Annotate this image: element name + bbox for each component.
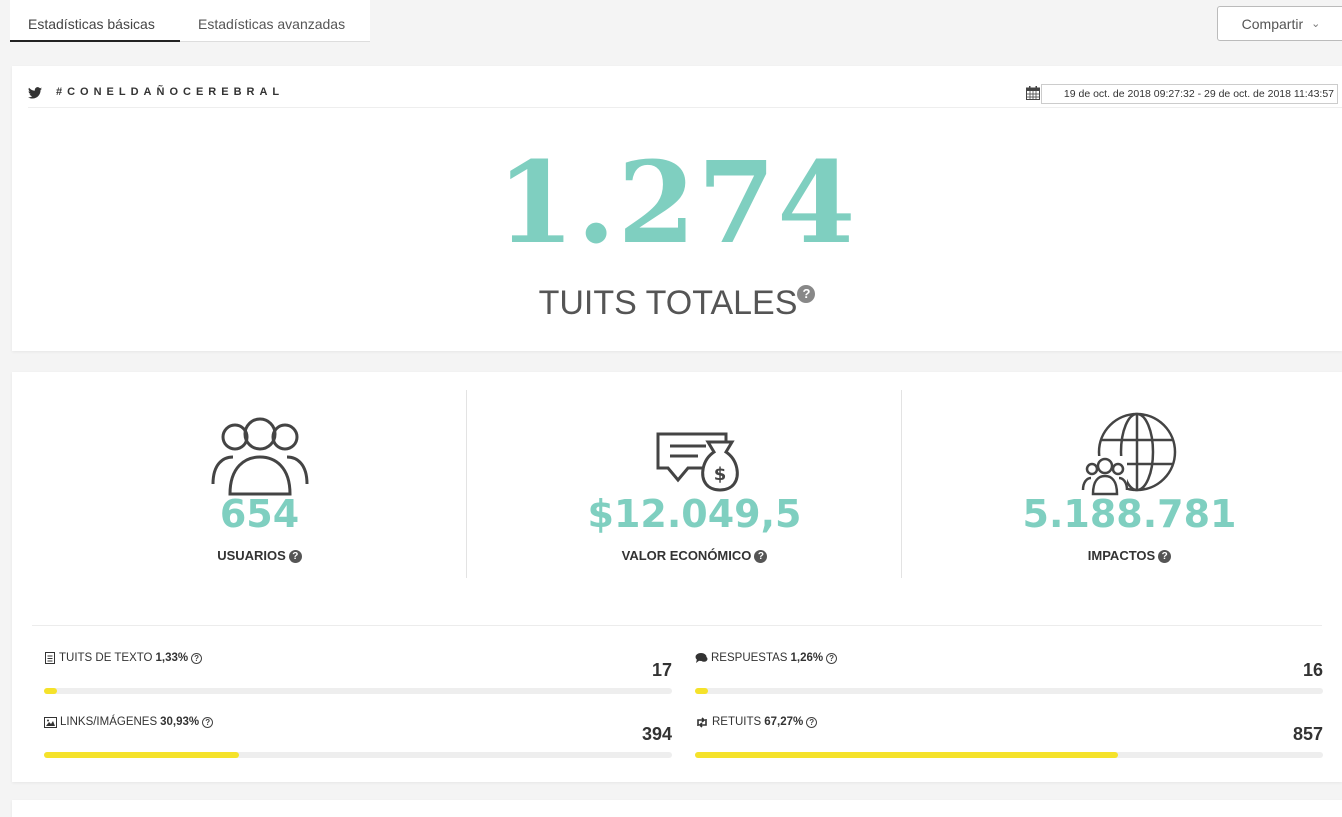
metric-percent: 30,93% <box>160 716 200 728</box>
date-range-text: 19 de oct. de 2018 09:27:32 - 29 de oct.… <box>1063 88 1334 100</box>
metric-name: RESPUESTAS <box>711 652 788 664</box>
total-tweets-value: 1.274 <box>496 138 858 269</box>
metric-percent: 67,27% <box>764 716 804 728</box>
metric-name: RETUITS <box>712 716 762 728</box>
total-tweets-label: TUITS TOTALES? <box>12 284 1342 323</box>
impacts-label-row: IMPACTOS? <box>902 548 1342 564</box>
calendar-icon <box>1025 86 1040 100</box>
help-icon[interactable]: ? <box>288 550 302 564</box>
hashtag-header: #CONELDAÑOCEREBRAL 19 de oct. de 2018 09… <box>28 84 1342 108</box>
metric-retweets: RETUITS 67,27% ? 857 <box>695 716 1323 768</box>
retweet-icon <box>697 716 707 728</box>
impacts-label: IMPACTOS <box>1087 548 1156 563</box>
economic-value: $12.049,5 <box>587 492 802 536</box>
svg-text:$: $ <box>713 464 726 485</box>
users-value: 654 <box>219 492 300 536</box>
users-label-row: USUARIOS? <box>32 548 487 564</box>
help-icon[interactable]: ? <box>754 550 768 564</box>
help-icon[interactable]: ? <box>1158 550 1172 564</box>
economic-label: VALOR ECONÓMICO <box>621 548 752 563</box>
progress-track <box>695 688 1323 694</box>
section-divider <box>32 625 1322 626</box>
tab-advanced-stats[interactable]: Estadísticas avanzadas <box>198 16 345 32</box>
progress-track <box>44 752 672 758</box>
help-icon[interactable]: ? <box>202 716 214 728</box>
twitter-icon <box>28 87 42 99</box>
globe-users-icon <box>1081 412 1176 496</box>
money-bag-ticket-icon: $ <box>656 432 739 492</box>
progress-track <box>44 688 672 694</box>
image-icon <box>44 716 57 728</box>
metric-label: RETUITS 67,27% ? <box>695 716 818 728</box>
progress-fill <box>695 688 708 694</box>
help-icon[interactable]: ? <box>191 652 203 664</box>
metric-label: TUITS DE TEXTO 1,33% ? <box>44 652 203 664</box>
stat-impacts: 5.188.781 IMPACTOS? <box>902 388 1342 578</box>
progress-fill <box>44 752 239 758</box>
active-tab-indicator <box>10 40 180 42</box>
summary-stats-card: 654 USUARIOS? $ $12.049,5 VALOR ECONÓMIC… <box>12 372 1342 782</box>
share-button-label: Compartir <box>1241 15 1304 32</box>
metric-value: 17 <box>651 660 672 680</box>
total-tweets-card: #CONELDAÑOCEREBRAL 19 de oct. de 2018 09… <box>12 66 1342 351</box>
next-card-edge <box>12 800 1342 817</box>
help-icon[interactable]: ? <box>806 716 818 728</box>
metric-value: 394 <box>641 724 672 744</box>
help-icon[interactable]: ? <box>826 652 838 664</box>
impacts-value: 5.188.781 <box>1022 492 1237 536</box>
metric-name: TUITS DE TEXTO <box>59 652 153 664</box>
document-icon <box>45 652 55 664</box>
users-label: USUARIOS <box>217 548 286 563</box>
metric-replies: RESPUESTAS 1,26% ? 16 <box>695 652 1323 704</box>
comments-icon <box>695 653 708 663</box>
help-icon[interactable]: ? <box>797 284 816 303</box>
total-tweets-label-text: TUITS TOTALES <box>538 284 798 322</box>
metric-label: RESPUESTAS 1,26% ? <box>695 652 838 664</box>
hashtag-title: #CONELDAÑOCEREBRAL <box>56 86 285 98</box>
users-icon <box>211 417 308 496</box>
metric-name: LINKS/IMÁGENES <box>60 716 158 728</box>
progress-fill <box>695 752 1118 758</box>
economic-label-row: VALOR ECONÓMICO? <box>467 548 922 564</box>
stats-tabs: Estadísticas básicas Estadísticas avanza… <box>10 0 370 42</box>
chevron-down-icon: ⌄ <box>1311 18 1321 30</box>
metric-percent: 1,26% <box>790 652 824 664</box>
stat-economic-value: $ $12.049,5 VALOR ECONÓMICO? <box>467 388 922 578</box>
stat-users: 654 USUARIOS? <box>32 388 487 578</box>
date-range[interactable]: 19 de oct. de 2018 09:27:32 - 29 de oct.… <box>1025 84 1338 104</box>
metric-text-tweets: TUITS DE TEXTO 1,33% ? 17 <box>44 652 672 704</box>
metric-label: LINKS/IMÁGENES 30,93% ? <box>44 716 214 728</box>
progress-track <box>695 752 1323 758</box>
metric-value: 16 <box>1302 660 1323 680</box>
progress-fill <box>44 688 57 694</box>
metric-percent: 1,33% <box>155 652 189 664</box>
tab-basic-stats[interactable]: Estadísticas básicas <box>28 16 155 32</box>
share-button[interactable]: Compartir ⌄ <box>1217 6 1342 41</box>
metric-value: 857 <box>1292 724 1323 744</box>
metric-links-images: LINKS/IMÁGENES 30,93% ? 394 <box>44 716 672 768</box>
